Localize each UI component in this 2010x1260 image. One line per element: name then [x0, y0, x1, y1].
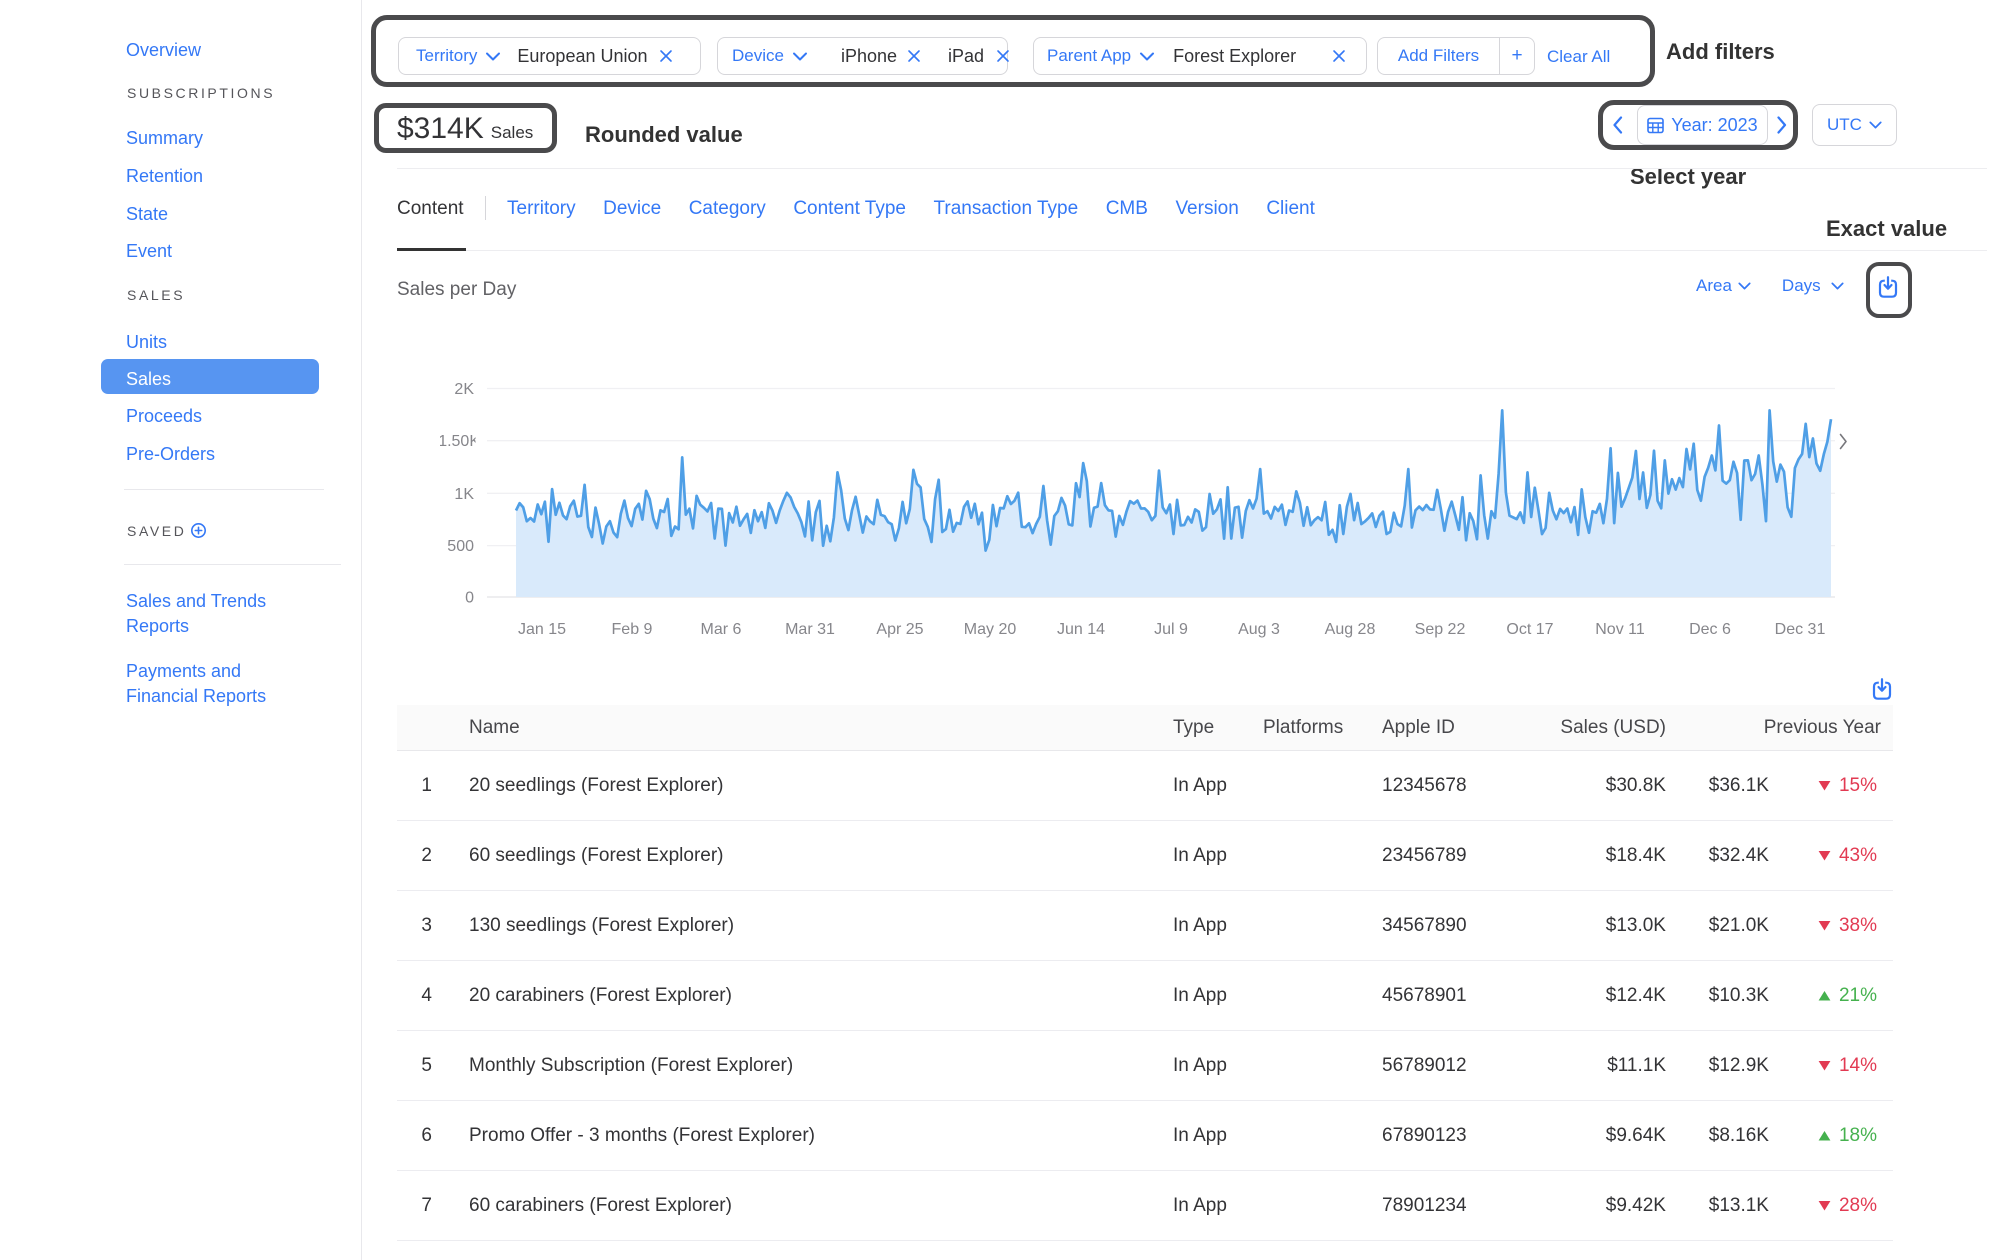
svg-text:1.50K: 1.50K — [440, 433, 480, 450]
svg-text:Sep 22: Sep 22 — [1415, 621, 1466, 638]
svg-text:Oct 17: Oct 17 — [1506, 621, 1553, 638]
svg-text:2K: 2K — [454, 381, 474, 398]
svg-text:Dec 31: Dec 31 — [1775, 621, 1826, 638]
svg-text:Nov 11: Nov 11 — [1595, 621, 1645, 638]
svg-text:May 20: May 20 — [964, 621, 1017, 638]
svg-text:Mar 31: Mar 31 — [785, 621, 835, 638]
svg-text:Jun 14: Jun 14 — [1057, 621, 1105, 638]
svg-text:Jul 9: Jul 9 — [1154, 621, 1188, 638]
svg-text:Feb 9: Feb 9 — [612, 621, 653, 638]
svg-text:Apr 25: Apr 25 — [876, 621, 923, 638]
svg-text:1K: 1K — [454, 486, 474, 503]
svg-text:Jan 15: Jan 15 — [518, 621, 566, 638]
svg-text:0: 0 — [465, 590, 474, 607]
svg-text:Mar 6: Mar 6 — [701, 621, 742, 638]
svg-text:Aug 28: Aug 28 — [1325, 621, 1376, 638]
svg-text:500: 500 — [447, 538, 474, 555]
svg-text:Aug 3: Aug 3 — [1238, 621, 1280, 638]
svg-text:Dec 6: Dec 6 — [1689, 621, 1731, 638]
